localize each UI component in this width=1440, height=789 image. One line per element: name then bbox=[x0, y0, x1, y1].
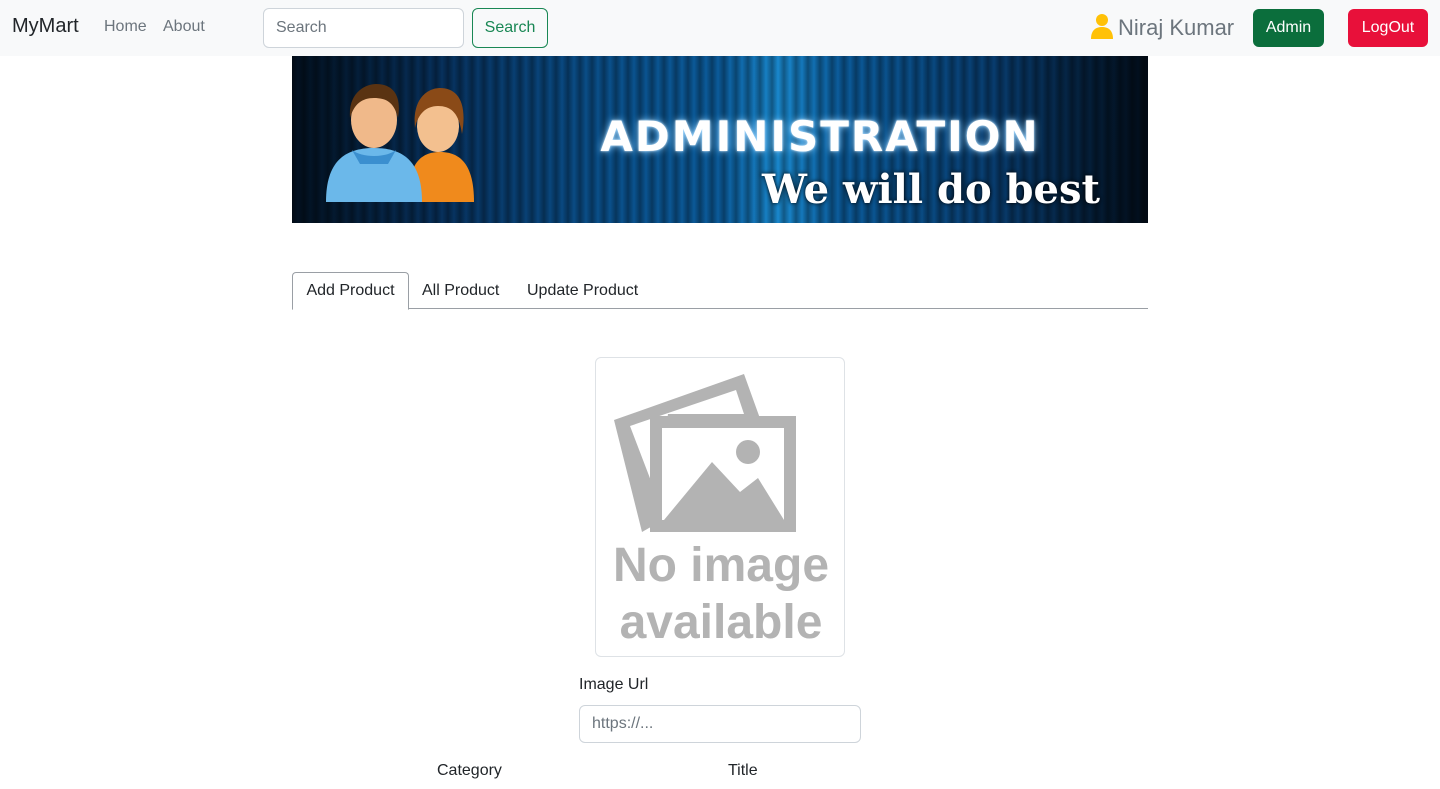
no-image-text-line1: No image bbox=[612, 539, 830, 592]
tab-add-product[interactable]: Add Product bbox=[292, 272, 409, 310]
image-placeholder-icon bbox=[614, 374, 796, 532]
tab-update-product[interactable]: Update Product bbox=[527, 272, 638, 309]
search-button[interactable]: Search bbox=[472, 8, 548, 48]
user-profile[interactable]: Niraj Kumar bbox=[1090, 13, 1234, 43]
nav-link-about[interactable]: About bbox=[163, 18, 205, 36]
user-name: Niraj Kumar bbox=[1118, 15, 1235, 40]
banner-title: ADMINISTRATION bbox=[600, 112, 1040, 161]
user-icon bbox=[1090, 13, 1114, 44]
no-image-text-line2: available bbox=[619, 596, 823, 649]
title-label: Title bbox=[728, 762, 758, 779]
brand-logo[interactable]: MyMart bbox=[12, 15, 79, 38]
tab-all-product[interactable]: All Product bbox=[422, 272, 499, 309]
product-tabs: Add Product All Product Update Product bbox=[292, 272, 1148, 310]
admin-button[interactable]: Admin bbox=[1253, 9, 1324, 47]
nav-link-home[interactable]: Home bbox=[104, 18, 147, 36]
banner-subtitle: We will do best bbox=[762, 166, 1100, 213]
product-image-preview: No image available bbox=[595, 357, 845, 657]
admin-banner: ADMINISTRATION We will do best bbox=[292, 56, 1148, 223]
logout-button[interactable]: LogOut bbox=[1348, 9, 1428, 47]
people-icon bbox=[326, 84, 474, 202]
category-label: Category bbox=[437, 762, 502, 779]
search-input[interactable] bbox=[263, 8, 464, 48]
navbar: MyMart Home About Search Niraj Kumar Adm… bbox=[0, 0, 1440, 56]
image-url-label: Image Url bbox=[579, 676, 649, 693]
image-url-input[interactable] bbox=[579, 705, 861, 743]
